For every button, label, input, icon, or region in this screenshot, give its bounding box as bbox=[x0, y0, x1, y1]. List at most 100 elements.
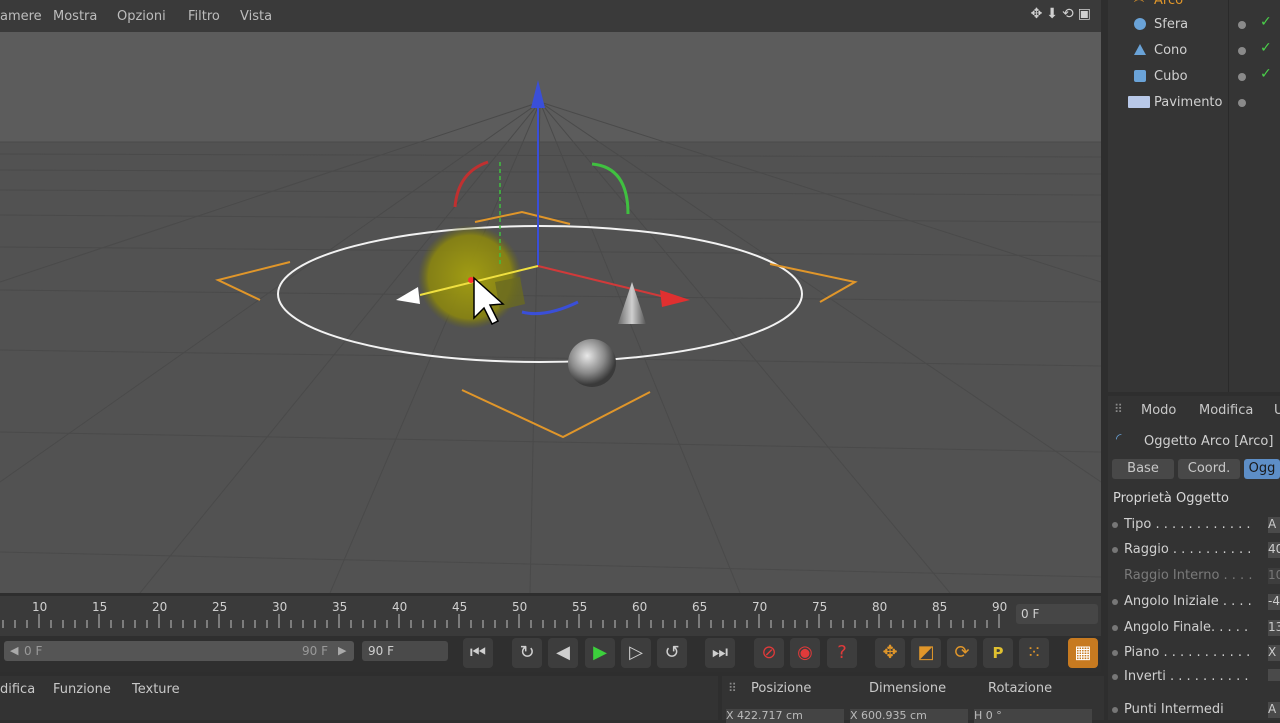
prop-punti-intermedi-value[interactable]: A bbox=[1268, 702, 1280, 718]
animate-dot[interactable] bbox=[1112, 599, 1118, 605]
goto-end-button[interactable]: ⏭ bbox=[705, 638, 735, 668]
object-row-cubo[interactable]: Cubo ✓ bbox=[1108, 64, 1280, 90]
range-end: 90 F bbox=[302, 644, 328, 658]
animate-dot[interactable] bbox=[1112, 547, 1118, 553]
timeline-tick-label: 90 bbox=[992, 600, 1008, 614]
tab-coord[interactable]: Coord. bbox=[1178, 459, 1240, 479]
viewport[interactable]: amere Mostra Opzioni Filtro Vista ✥⬇⟲▣ bbox=[0, 0, 1101, 593]
prop-angolo-iniziale-value[interactable]: -4 bbox=[1268, 594, 1280, 610]
animate-dot[interactable] bbox=[1112, 674, 1118, 680]
prop-punti-intermedi-label: Punti Intermedi bbox=[1124, 702, 1224, 717]
scale-icon[interactable]: ◩ bbox=[911, 638, 941, 668]
menu-texture[interactable]: Texture bbox=[132, 682, 180, 697]
sphere-icon bbox=[1134, 18, 1146, 30]
check-icon[interactable]: ✓ bbox=[1260, 40, 1272, 56]
rotation-h-field[interactable]: H 0 ° bbox=[974, 709, 1092, 723]
sphere-object[interactable] bbox=[568, 339, 616, 387]
menu-modifica[interactable]: Modifica bbox=[1199, 403, 1253, 418]
prop-piano-label: Piano . . . . . . . . . . . bbox=[1124, 645, 1251, 660]
material-manager: difica Funzione Texture bbox=[0, 676, 718, 720]
timeline-tick-label: 30 bbox=[272, 600, 288, 614]
goto-start-button[interactable]: ⏮ bbox=[463, 638, 493, 668]
timeline-scheme-icon[interactable]: ▦ bbox=[1068, 638, 1098, 668]
rotate-icon[interactable]: ⟳ bbox=[947, 638, 977, 668]
animate-dot[interactable] bbox=[1112, 522, 1118, 528]
timeline-tick-label: 65 bbox=[692, 600, 708, 614]
visibility-dot[interactable] bbox=[1238, 73, 1246, 81]
visibility-dot[interactable] bbox=[1238, 47, 1246, 55]
visibility-dot[interactable] bbox=[1238, 99, 1246, 107]
menu-utente[interactable]: U bbox=[1274, 403, 1280, 418]
menu-vista[interactable]: Vista bbox=[240, 9, 272, 24]
visibility-dot[interactable] bbox=[1238, 21, 1246, 29]
range-left-arrow[interactable]: ◀ bbox=[10, 644, 18, 657]
object-name: Cubo bbox=[1154, 69, 1188, 84]
tab-base[interactable]: Base bbox=[1112, 459, 1174, 479]
arc-point[interactable] bbox=[468, 277, 474, 283]
arc-icon: ⌒ bbox=[1134, 0, 1144, 11]
object-row-pavimento[interactable]: Pavimento bbox=[1108, 90, 1280, 116]
menu-modifica[interactable]: difica bbox=[0, 682, 35, 697]
next-key-button[interactable]: ↺ bbox=[657, 638, 687, 668]
record-icon[interactable]: ⊘ bbox=[754, 638, 784, 668]
zoom-icon[interactable]: ⬇ bbox=[1046, 6, 1062, 22]
object-manager-divider bbox=[1228, 0, 1229, 392]
tab-oggetto[interactable]: Ogg bbox=[1244, 459, 1280, 479]
next-frame-button[interactable]: ▷ bbox=[621, 638, 651, 668]
viewport-nav-icons[interactable]: ✥⬇⟲▣ bbox=[1031, 6, 1095, 22]
menu-camera[interactable]: amere bbox=[0, 9, 42, 24]
autokey-icon[interactable]: ◉ bbox=[790, 638, 820, 668]
menu-modo[interactable]: Modo bbox=[1141, 403, 1176, 418]
end-frame-field[interactable]: 90 F bbox=[362, 641, 448, 661]
range-slider[interactable]: ◀ 0 F 90 F ▶ bbox=[4, 641, 354, 661]
timeline-tick-label: 55 bbox=[572, 600, 588, 614]
points-icon[interactable]: ⁙ bbox=[1019, 638, 1049, 668]
menu-mostra[interactable]: Mostra bbox=[53, 9, 97, 24]
prop-piano-value[interactable]: X bbox=[1268, 645, 1280, 661]
range-right-arrow[interactable]: ▶ bbox=[338, 644, 346, 657]
cone-icon bbox=[1134, 44, 1146, 55]
help-icon[interactable]: ? bbox=[827, 638, 857, 668]
maximize-icon[interactable]: ▣ bbox=[1078, 6, 1095, 22]
timeline-tick-label: 10 bbox=[32, 600, 48, 614]
param-icon[interactable]: P bbox=[983, 638, 1013, 668]
prev-key-button[interactable]: ↻ bbox=[512, 638, 542, 668]
prop-inverti-checkbox[interactable] bbox=[1268, 669, 1280, 681]
position-x-field[interactable]: X 422.717 cm bbox=[726, 709, 844, 723]
selection-highlight bbox=[418, 225, 522, 329]
timeline-tick-label: 20 bbox=[152, 600, 168, 614]
cube-object[interactable] bbox=[495, 277, 525, 310]
animate-dot[interactable] bbox=[1112, 707, 1118, 713]
object-name: Arco bbox=[1154, 0, 1184, 8]
object-title: Oggetto Arco [Arco] bbox=[1144, 434, 1274, 449]
header-rotazione: Rotazione bbox=[988, 681, 1053, 696]
menu-filtro[interactable]: Filtro bbox=[188, 9, 220, 24]
menu-funzione[interactable]: Funzione bbox=[53, 682, 111, 697]
animate-dot[interactable] bbox=[1112, 650, 1118, 656]
timeline-tick-label: 35 bbox=[332, 600, 348, 614]
menu-opzioni[interactable]: Opzioni bbox=[117, 9, 166, 24]
prev-frame-button[interactable]: ◀ bbox=[548, 638, 578, 668]
header-dimensione: Dimensione bbox=[869, 681, 947, 696]
prop-inverti-label: Inverti . . . . . . . . . . bbox=[1124, 669, 1249, 684]
size-x-field[interactable]: X 600.935 cm bbox=[850, 709, 968, 723]
animate-dot[interactable] bbox=[1112, 625, 1118, 631]
3d-scene[interactable] bbox=[0, 32, 1101, 593]
move-icon[interactable]: ✥ bbox=[875, 638, 905, 668]
timeline-ruler[interactable]: 10 15 20 25 30 35 40 45 50 55 60 65 70 75 80 85 90 0 F bbox=[0, 596, 1101, 636]
check-icon[interactable]: ✓ bbox=[1260, 66, 1272, 82]
timeline-tick-label: 70 bbox=[752, 600, 768, 614]
current-frame-field[interactable]: 0 F bbox=[1016, 604, 1098, 624]
object-row-sfera[interactable]: Sfera ✓ bbox=[1108, 12, 1280, 38]
move-icon[interactable]: ✥ bbox=[1031, 6, 1047, 22]
check-icon[interactable]: ✓ bbox=[1260, 14, 1272, 30]
prop-tipo-value[interactable]: A bbox=[1268, 517, 1280, 533]
section-title: Proprietà Oggetto bbox=[1113, 491, 1229, 506]
play-button[interactable]: ▶ bbox=[585, 638, 615, 668]
arc-icon: ◜ bbox=[1116, 431, 1122, 447]
prop-angolo-finale-value[interactable]: 13 bbox=[1268, 620, 1280, 636]
rotate-icon[interactable]: ⟲ bbox=[1062, 6, 1078, 22]
grip-icon: ⠿ bbox=[728, 681, 737, 695]
prop-raggio-value[interactable]: 40 bbox=[1268, 542, 1280, 558]
object-row-cono[interactable]: Cono ✓ bbox=[1108, 38, 1280, 64]
